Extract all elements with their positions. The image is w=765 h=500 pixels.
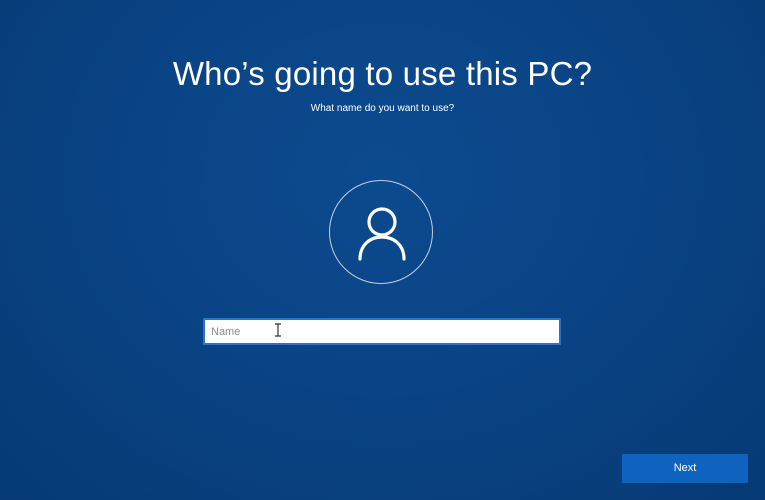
avatar xyxy=(329,180,433,284)
page-title: Who’s going to use this PC? xyxy=(172,55,593,92)
user-icon xyxy=(358,207,406,261)
next-button[interactable]: Next xyxy=(622,454,748,483)
name-input[interactable] xyxy=(203,318,561,345)
page-subtitle: What name do you want to use? xyxy=(310,103,455,114)
